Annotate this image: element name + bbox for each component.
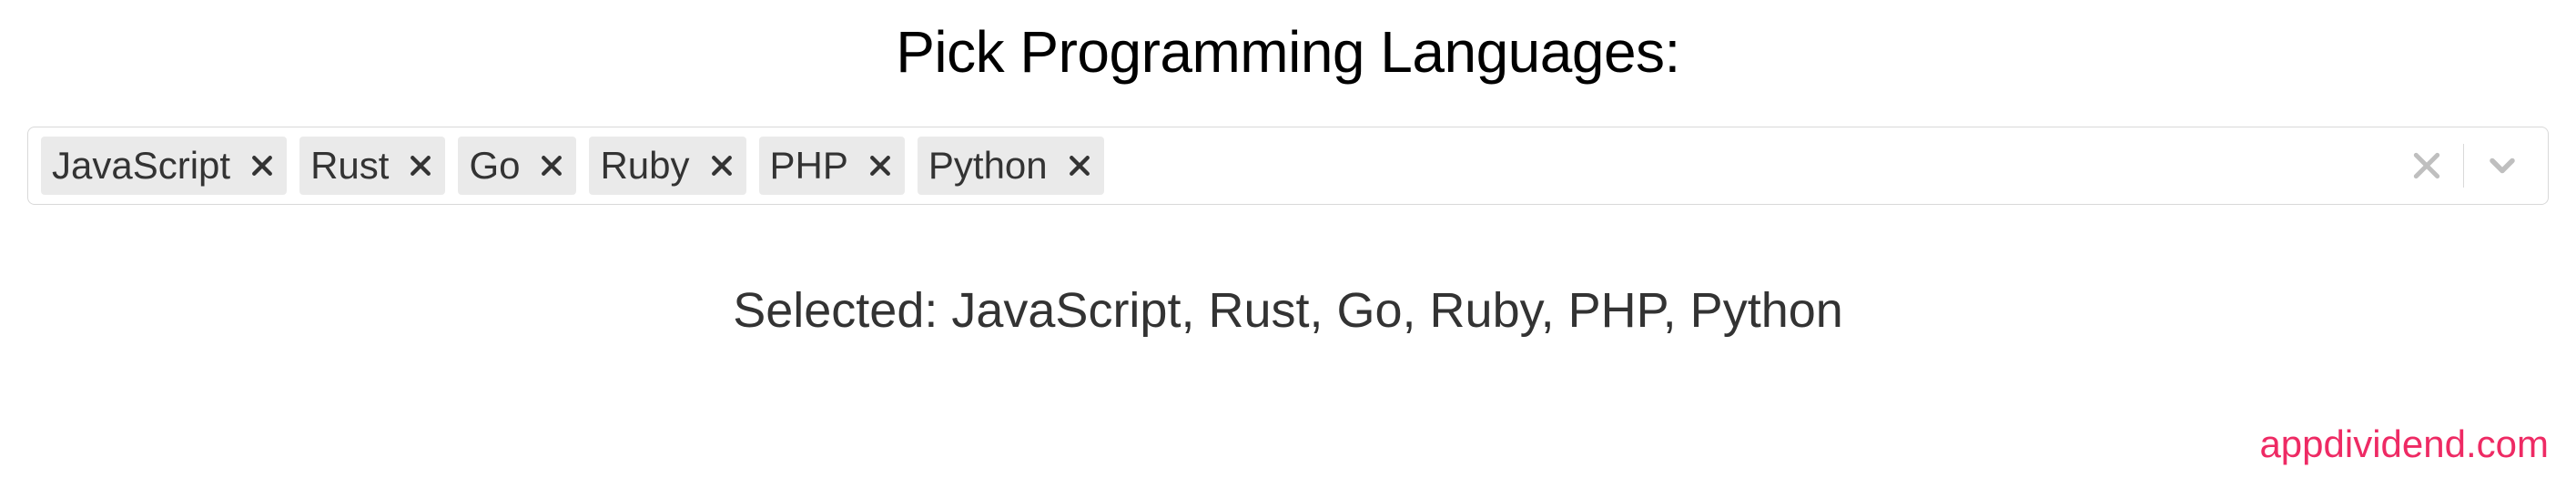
tag-label: JavaScript [52,144,230,188]
divider [2463,144,2464,188]
selection-summary: Selected: JavaScript, Rust, Go, Ruby, PH… [27,282,2549,339]
select-controls [2394,144,2535,188]
close-icon[interactable] [708,152,735,179]
tag-rust: Rust [299,137,445,195]
close-icon[interactable] [867,152,894,179]
close-icon[interactable] [248,152,276,179]
tag-go: Go [458,137,576,195]
tag-label: PHP [770,144,848,188]
close-icon[interactable] [407,152,434,179]
tag-php: PHP [759,137,905,195]
tag-label: Rust [310,144,389,188]
tag-python: Python [918,137,1104,195]
chevron-down-icon[interactable] [2482,146,2535,186]
summary-value: JavaScript, Rust, Go, Ruby, PHP, Python [951,283,1842,338]
watermark: appdividend.com [2259,422,2549,466]
close-icon[interactable] [1066,152,1093,179]
tag-ruby: Ruby [589,137,745,195]
tag-javascript: JavaScript [41,137,287,195]
tag-label: Ruby [600,144,689,188]
multi-select[interactable]: JavaScript Rust Go Ruby PHP [27,127,2549,205]
tag-label: Go [469,144,520,188]
page-title: Pick Programming Languages: [27,18,2549,86]
clear-all-icon[interactable] [2409,147,2445,184]
close-icon[interactable] [538,152,565,179]
tag-label: Python [928,144,1048,188]
tags-wrapper: JavaScript Rust Go Ruby PHP [41,137,2394,195]
summary-prefix: Selected: [733,283,951,338]
